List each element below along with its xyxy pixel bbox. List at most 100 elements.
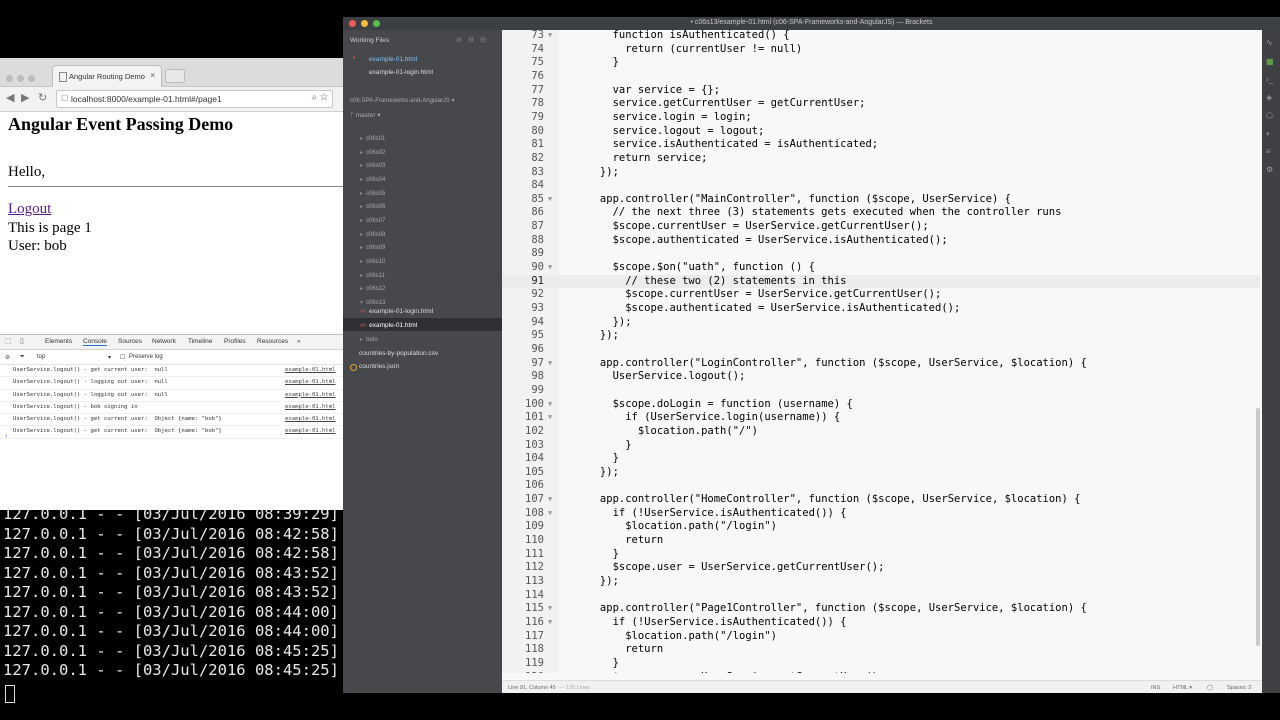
folder-toggle-icon[interactable]: ▸ <box>360 245 363 251</box>
code-line[interactable]: 77 var service = {}; <box>502 84 1260 98</box>
code-editor[interactable]: 73 ▼ function isAuthenticated() {74 retur… <box>502 30 1260 673</box>
code-line[interactable]: 74 return (currentUser != null) <box>502 43 1260 57</box>
code-line[interactable]: 99 <box>502 384 1260 398</box>
tree-folder-item[interactable]: ▸ c06s07 <box>360 217 385 224</box>
code-line[interactable]: 113 }); <box>502 575 1260 589</box>
browser-tab[interactable]: Angular Routing Demo × <box>52 65 162 87</box>
code-line[interactable]: 89 <box>502 247 1260 261</box>
code-line[interactable]: 88 $scope.authenticated = UserService.is… <box>502 234 1260 248</box>
code-line[interactable]: 91 // these two (2) statements in this <box>502 274 1260 289</box>
working-file-item[interactable]: example-01-login.html <box>369 69 433 76</box>
code-line[interactable]: 101 ▼ if (UserService.login(username)) { <box>502 411 1260 425</box>
git-branch[interactable]: ᚠ master ▾ <box>350 111 381 119</box>
language-mode[interactable]: HTML ▾ <box>1173 685 1192 691</box>
code-line[interactable]: 93 $scope.authenticated = UserService.is… <box>502 302 1260 316</box>
devtools-tab-network[interactable]: Network <box>152 338 176 345</box>
console-prompt[interactable]: › <box>5 433 7 440</box>
tree-folder-item[interactable]: ▸ c06s02 <box>360 149 385 156</box>
folder-toggle-icon[interactable]: ▸ <box>360 259 363 265</box>
tree-folder-item[interactable]: ▸ c06s01 <box>360 135 385 142</box>
insert-mode[interactable]: INS <box>1151 685 1160 691</box>
code-line[interactable]: 118 return <box>502 643 1260 657</box>
code-line[interactable]: 83 }); <box>502 166 1260 180</box>
filter-icon[interactable]: ⏷ <box>20 354 25 361</box>
code-line[interactable]: 75 } <box>502 56 1260 70</box>
console-source-link[interactable]: example-01.html <box>285 367 336 373</box>
devtools-tab-sources[interactable]: Sources <box>118 338 142 345</box>
code-line[interactable]: 80 service.logout = logout; <box>502 125 1260 139</box>
code-line[interactable]: 76 <box>502 70 1260 84</box>
code-line[interactable]: 114 <box>502 589 1260 603</box>
code-line[interactable]: 87 $scope.currentUser = UserService.getC… <box>502 220 1260 234</box>
code-line[interactable]: 98 UserService.logout(); <box>502 370 1260 384</box>
fold-toggle-icon[interactable]: ▼ <box>548 507 552 521</box>
folder-toggle-icon[interactable]: ▸ <box>360 204 363 210</box>
code-line[interactable]: 112 $scope.user = UserService.getCurrent… <box>502 561 1260 575</box>
folder-toggle-icon[interactable]: ▸ <box>360 163 363 169</box>
code-line[interactable]: 86 // the next three (3) statements gets… <box>502 206 1260 220</box>
console-source-link[interactable]: example-01.html <box>285 404 336 410</box>
tree-folder-item[interactable]: ▾ c06s13 <box>360 299 385 306</box>
device-icon[interactable]: ▯ <box>20 337 24 345</box>
code-line[interactable]: 82 return service; <box>502 152 1260 166</box>
folder-toggle-icon[interactable]: ▸ <box>360 191 363 197</box>
code-line[interactable]: 94 }); <box>502 316 1260 330</box>
tree-file-item-active[interactable]: ‹/› example-01.html <box>360 322 417 329</box>
more-tabs-button[interactable]: » <box>297 338 301 345</box>
code-line[interactable]: 79 service.login = login; <box>502 111 1260 125</box>
fold-toggle-icon[interactable]: ▼ <box>548 357 552 371</box>
editor-scrollbar[interactable] <box>1255 30 1261 670</box>
code-line[interactable]: 90 ▼ $scope.$on("uath", function () { <box>502 261 1260 275</box>
theme-icon[interactable]: ◐ <box>1266 129 1271 138</box>
fold-toggle-icon[interactable]: ▼ <box>548 398 552 412</box>
code-line[interactable]: 85 ▼ app.controller ("MainController", fun… <box>502 193 1260 207</box>
forward-icon[interactable]: ▶ <box>21 91 29 104</box>
working-file-item[interactable]: example-01.html <box>369 56 417 63</box>
new-tab-button[interactable] <box>165 69 185 83</box>
inspect-icon[interactable]: ⬚ <box>5 337 12 345</box>
folder-toggle-icon[interactable]: ▸ <box>360 150 363 156</box>
code-line[interactable]: 119 } <box>502 657 1260 671</box>
folder-toggle-icon[interactable]: ▸ <box>360 232 363 238</box>
fold-toggle-icon[interactable]: ▼ <box>548 602 552 616</box>
code-line[interactable]: 95 }); <box>502 329 1260 343</box>
fold-toggle-icon[interactable]: ▼ <box>548 261 552 275</box>
code-line[interactable]: 106 <box>502 479 1260 493</box>
list-icon[interactable]: ≡ <box>1266 147 1271 156</box>
code-line[interactable]: 104 } <box>502 452 1260 466</box>
bookmark-star-icon[interactable]: ⌕ ☆ <box>311 92 328 103</box>
terminal-window[interactable]: 127.0.0.1 - - [03/Jul/2016 08:39:29] "GE… <box>0 505 345 720</box>
tree-folder-item[interactable]: ▸ c06s05 <box>360 190 385 197</box>
window-controls[interactable] <box>6 69 39 87</box>
linter-icon[interactable]: ◯ <box>1207 685 1213 691</box>
brackets-git-icon[interactable]: ⬡ <box>1266 111 1273 120</box>
address-bar[interactable]: ▢ localhost:8000/example-01.html#/page1 … <box>56 90 333 108</box>
code-line[interactable]: 105 }); <box>502 466 1260 480</box>
code-line[interactable]: 107 ▼ app.controller ("HomeController", fu… <box>502 493 1260 507</box>
devtools-tab-resources[interactable]: Resources <box>257 338 288 345</box>
console-source-link[interactable]: example-01.html <box>285 392 336 398</box>
code-line[interactable]: 102 $location.path("/") <box>502 425 1260 439</box>
devtools-tab-console[interactable]: Console <box>83 338 107 346</box>
indent-setting[interactable]: Spaces: 2 <box>1227 685 1251 691</box>
tree-root-file[interactable]: countries-by-population.csv <box>359 350 438 357</box>
reload-icon[interactable]: ↻ <box>38 91 47 104</box>
code-line[interactable]: 100 ▼ $scope.doLogin = function (username… <box>502 398 1260 412</box>
project-name[interactable]: c06-SPA-Frameworks-and-AngularJS ▾ <box>350 97 455 104</box>
git-icon[interactable]: ◈ <box>1266 93 1272 102</box>
tree-folder-item[interactable]: ▸ c06s03 <box>360 162 385 169</box>
code-line[interactable]: 73 ▼ function isAuthenticated() { <box>502 30 1260 43</box>
devtools-tab-timeline[interactable]: Timeline <box>188 338 212 345</box>
settings-icon[interactable]: ⚙ <box>1266 165 1273 174</box>
page-info-icon[interactable]: ▢ <box>61 93 69 102</box>
sidebar-actions[interactable]: ⊘⚙⊟ <box>456 36 492 44</box>
console-source-link[interactable]: example-01.html <box>285 416 336 422</box>
code-line[interactable]: 116 ▼ if (!UserService.isAuthenticated())… <box>502 616 1260 630</box>
fold-toggle-icon[interactable]: ▼ <box>548 30 552 43</box>
clear-console-icon[interactable]: ⊘ <box>5 354 10 361</box>
folder-toggle-icon[interactable]: ▸ <box>360 286 363 292</box>
tree-folder-item[interactable]: ▸ c06s04 <box>360 176 385 183</box>
code-line[interactable]: 117 $location.path("/login") <box>502 630 1260 644</box>
back-icon[interactable]: ◀ <box>6 91 14 104</box>
code-line[interactable]: 120 $scope.user = UserService.getCurrent… <box>502 671 1260 673</box>
